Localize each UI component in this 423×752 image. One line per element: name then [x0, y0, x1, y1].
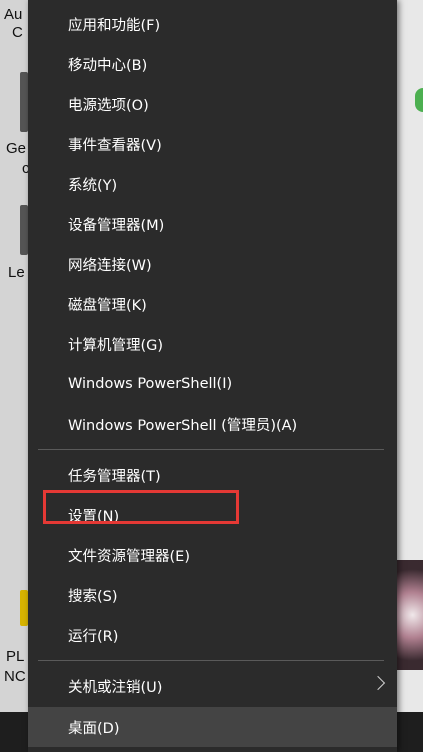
menu-item-label: 移动中心(B) — [68, 57, 148, 74]
menu-item-label: 计算机管理(G) — [68, 337, 164, 354]
menu-item-computer-management[interactable]: 计算机管理(G) — [28, 324, 397, 364]
menu-item-label: 任务管理器(T) — [68, 468, 161, 485]
menu-item-run[interactable]: 运行(R) — [28, 615, 397, 655]
desktop-icon-label[interactable]: Ge — [6, 140, 26, 157]
menu-separator — [38, 449, 384, 450]
winx-context-menu: 应用和功能(F) 移动中心(B) 电源选项(O) 事件查看器(V) 系统(Y) … — [28, 0, 397, 752]
menu-item-powershell[interactable]: Windows PowerShell(I) — [28, 364, 397, 404]
desktop-wallpaper-image — [397, 560, 423, 670]
menu-item-device-manager[interactable]: 设备管理器(M) — [28, 204, 397, 244]
menu-item-label: 设置(N) — [68, 508, 120, 525]
menu-item-label: Windows PowerShell (管理员)(A) — [68, 417, 298, 434]
menu-item-label: 文件资源管理器(E) — [68, 548, 190, 565]
desktop-app-icon[interactable] — [415, 88, 423, 112]
menu-item-event-viewer[interactable]: 事件查看器(V) — [28, 124, 397, 164]
menu-item-mobility-center[interactable]: 移动中心(B) — [28, 44, 397, 84]
menu-item-search[interactable]: 搜索(S) — [28, 575, 397, 615]
menu-item-label: 桌面(D) — [68, 720, 120, 737]
menu-item-settings[interactable]: 设置(N) — [28, 495, 397, 535]
menu-item-power-options[interactable]: 电源选项(O) — [28, 84, 397, 124]
menu-item-label: 磁盘管理(K) — [68, 297, 147, 314]
menu-item-label: 运行(R) — [68, 628, 119, 645]
desktop-app-icon[interactable] — [20, 72, 28, 132]
menu-item-label: 网络连接(W) — [68, 257, 152, 274]
menu-item-label: 电源选项(O) — [68, 97, 149, 114]
chevron-right-icon — [370, 675, 386, 691]
menu-item-desktop[interactable]: 桌面(D) — [28, 707, 397, 747]
menu-item-label: 系统(Y) — [68, 177, 118, 194]
desktop-app-icon[interactable] — [20, 205, 28, 255]
menu-item-system[interactable]: 系统(Y) — [28, 164, 397, 204]
desktop-icon-label[interactable]: Au — [4, 6, 22, 23]
menu-item-shutdown-signout[interactable]: 关机或注销(U) — [28, 666, 397, 706]
desktop-icon-label[interactable]: NC — [4, 668, 26, 685]
menu-item-apps-and-features[interactable]: 应用和功能(F) — [28, 4, 397, 44]
desktop-icon-label[interactable]: C — [12, 24, 23, 41]
desktop-app-icon[interactable] — [20, 590, 28, 626]
menu-item-label: 关机或注销(U) — [68, 679, 163, 696]
menu-item-file-explorer[interactable]: 文件资源管理器(E) — [28, 535, 397, 575]
menu-separator — [38, 660, 384, 661]
menu-item-task-manager[interactable]: 任务管理器(T) — [28, 455, 397, 495]
menu-item-label: Windows PowerShell(I) — [68, 376, 233, 392]
menu-item-disk-management[interactable]: 磁盘管理(K) — [28, 284, 397, 324]
desktop-icon-label[interactable]: PL — [6, 648, 24, 665]
menu-item-label: 设备管理器(M) — [68, 217, 165, 234]
menu-item-label: 事件查看器(V) — [68, 137, 162, 154]
menu-item-network-connections[interactable]: 网络连接(W) — [28, 244, 397, 284]
menu-item-powershell-admin[interactable]: Windows PowerShell (管理员)(A) — [28, 404, 397, 444]
desktop-icon-label[interactable]: Le — [8, 264, 25, 281]
menu-item-label: 应用和功能(F) — [68, 17, 161, 34]
menu-item-label: 搜索(S) — [68, 588, 118, 605]
